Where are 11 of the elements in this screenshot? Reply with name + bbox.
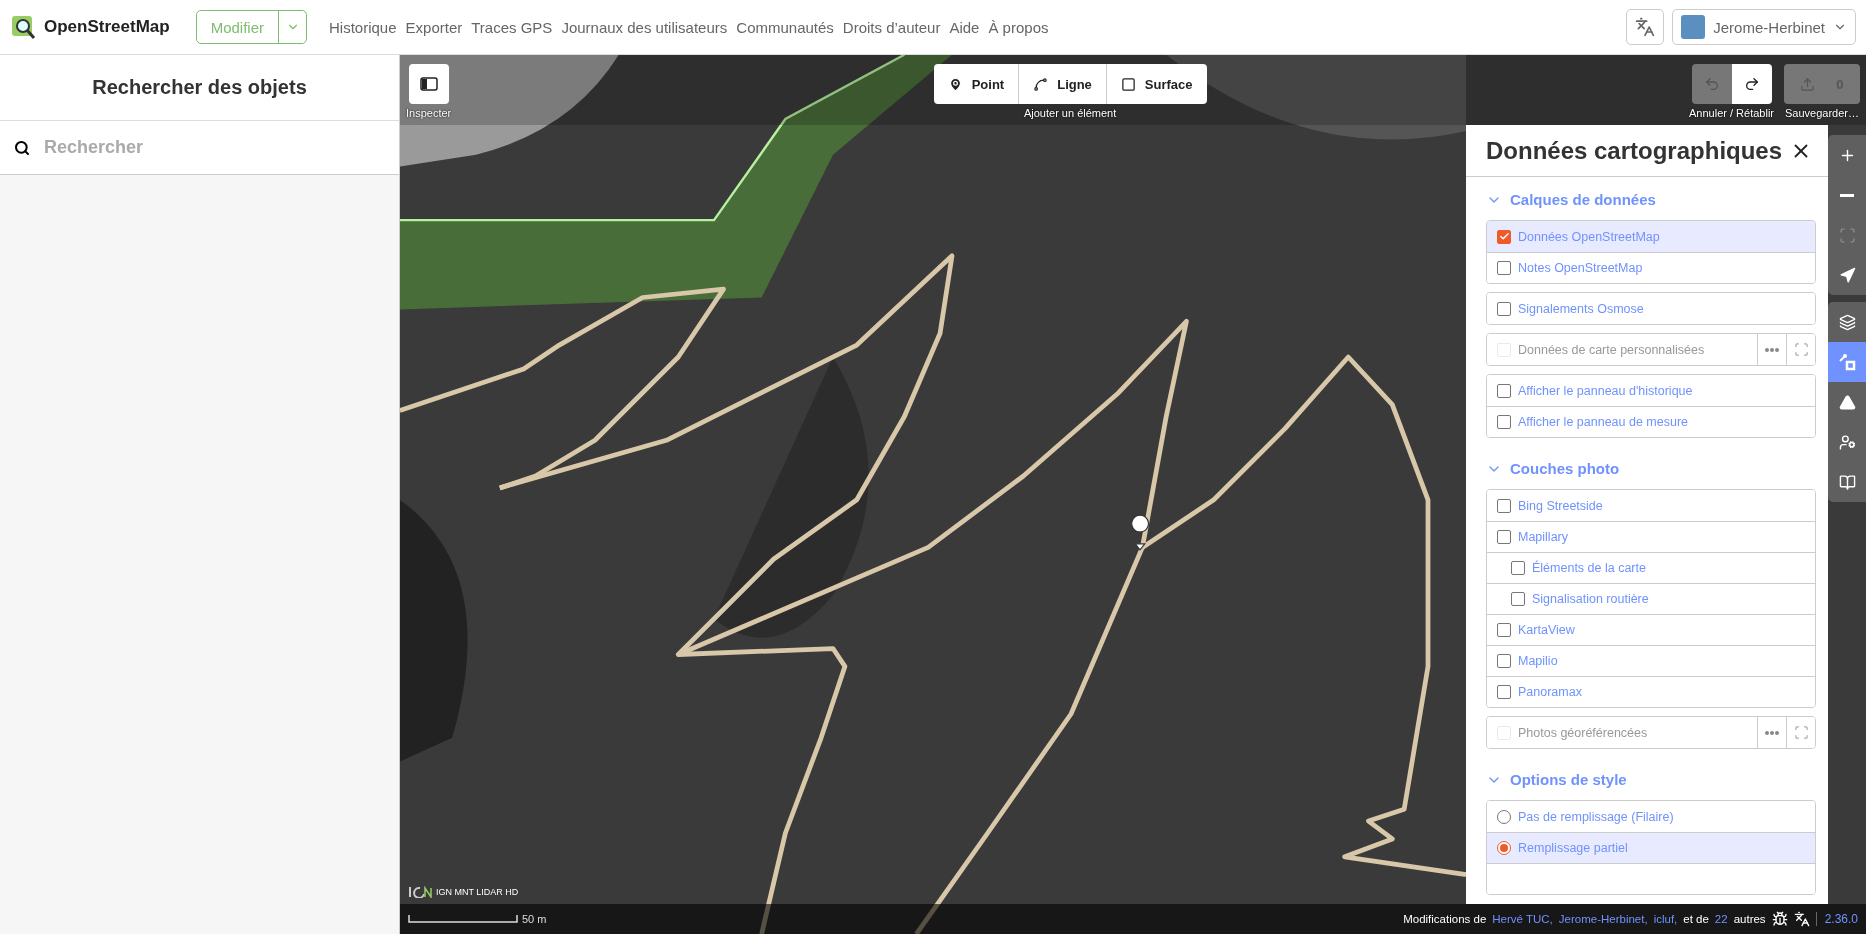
footer-text: autres xyxy=(1733,913,1766,925)
panel-title: Données cartographiques xyxy=(1486,136,1783,165)
toolbar-label: Ajouter un élément xyxy=(1023,107,1117,119)
toolbar-label: Annuler / Rétablir xyxy=(1689,107,1774,119)
imagery-attribution: IGN MNT LIDAR HD xyxy=(436,887,519,897)
sidebar-title: Rechercher des objets xyxy=(92,76,307,99)
toolbar-label: Inspecter xyxy=(406,107,452,119)
scale-label: 50 m xyxy=(522,913,547,925)
footer-text: Modifications de xyxy=(1403,913,1487,925)
toolbar-label: Sauvegarder… xyxy=(1785,107,1859,119)
footer-text: et de xyxy=(1683,913,1709,925)
